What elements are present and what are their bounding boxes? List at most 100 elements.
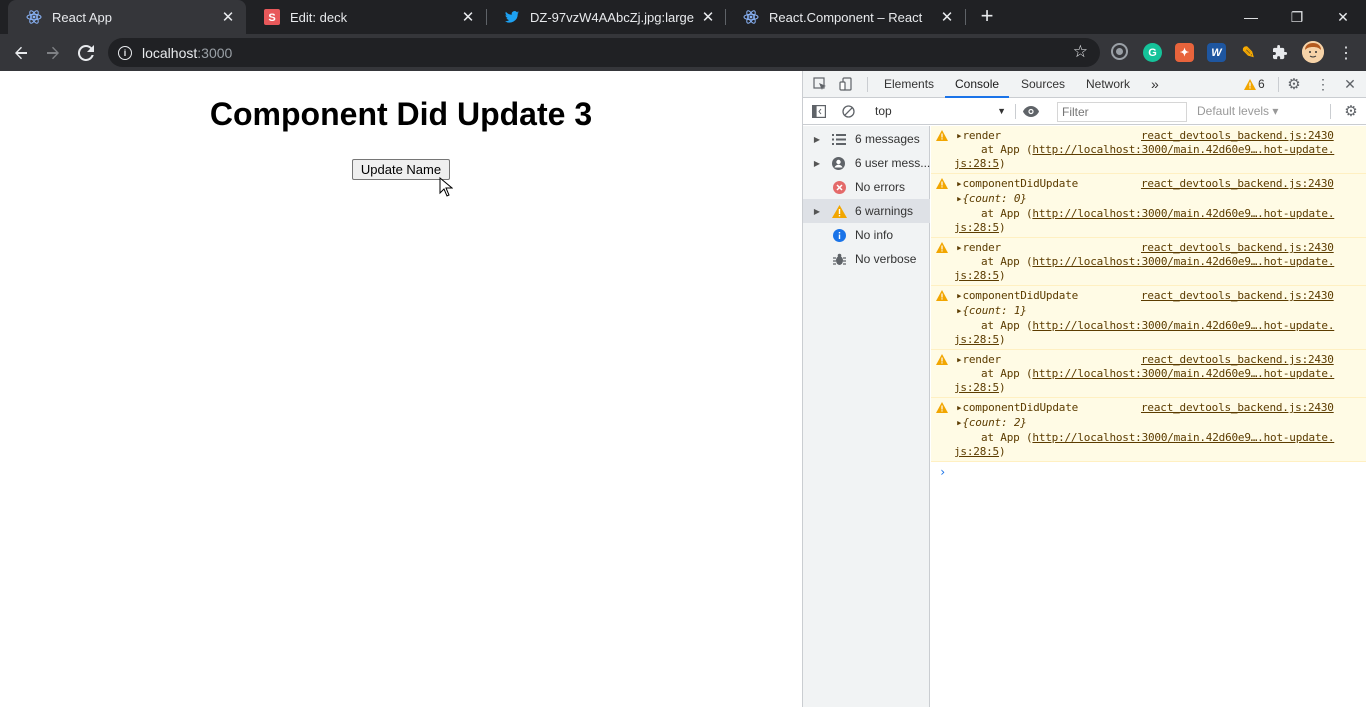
sidebar-item-errors[interactable]: No errors <box>803 175 930 199</box>
window-close-button[interactable]: ✕ <box>1320 0 1366 34</box>
tab-react-app[interactable]: React App ✕ <box>8 0 246 34</box>
source-link[interactable]: react_devtools_backend.js:2430 <box>1141 129 1334 142</box>
tab-twitter-image[interactable]: DZ-97vzW4AAbcZj.jpg:large (167 ✕ <box>486 0 726 34</box>
close-icon[interactable]: ✕ <box>937 7 957 27</box>
stack-line-tail: js:28:5) <box>954 269 1006 282</box>
back-button[interactable] <box>8 40 34 66</box>
tab-network[interactable]: Network <box>1086 71 1130 98</box>
mouse-cursor-icon <box>439 177 453 197</box>
sidebar-item-info[interactable]: No info <box>803 223 930 247</box>
tab-title: React.Component – React <box>769 9 923 25</box>
browser-menu-icon[interactable]: ⋮ <box>1333 40 1359 66</box>
filter-input[interactable] <box>1057 102 1187 122</box>
sidebar-toggle-icon[interactable] <box>811 103 827 119</box>
sidebar-item-verbose[interactable]: No verbose <box>803 247 930 271</box>
message-text[interactable]: ▸render <box>956 353 1001 366</box>
object-preview[interactable]: ▸{count: 0} <box>956 192 1027 205</box>
warning-icon <box>936 402 948 416</box>
source-link[interactable]: react_devtools_backend.js:2430 <box>1141 177 1334 190</box>
object-preview[interactable]: ▸{count: 2} <box>956 416 1027 429</box>
page-content: Component Did Update 3 Update Name <box>0 71 802 707</box>
avatar[interactable] <box>1302 41 1324 63</box>
tab-console[interactable]: Console <box>945 71 1010 98</box>
console-settings-icon[interactable]: ⚙ <box>1343 103 1359 120</box>
stack-url-link[interactable]: http://localhost:3000/main.42d60e9….hot-… <box>1032 143 1334 156</box>
stack-url-link[interactable]: js:28:5 <box>954 157 999 170</box>
source-link[interactable]: react_devtools_backend.js:2430 <box>1141 289 1334 302</box>
stack-url-link[interactable]: js:28:5 <box>954 269 999 282</box>
prompt-caret-icon: › <box>939 465 947 479</box>
stack-line: at App (http://localhost:3000/main.42d60… <box>981 207 1335 220</box>
message-text[interactable]: ▸componentDidUpdate <box>956 177 1078 190</box>
message-text[interactable]: ▸componentDidUpdate <box>956 401 1078 414</box>
address-bar[interactable]: i localhost:3000 ☆ <box>108 38 1100 67</box>
close-icon[interactable]: ✕ <box>698 7 718 27</box>
settings-gear-icon[interactable]: ⚙ <box>1286 76 1302 93</box>
forward-button[interactable] <box>40 40 66 66</box>
eye-icon[interactable] <box>1023 103 1039 119</box>
maximize-button[interactable]: ❐ <box>1274 0 1320 34</box>
stack-url-link[interactable]: js:28:5 <box>954 445 999 458</box>
warning-icon <box>936 178 948 192</box>
user-icon <box>831 155 847 171</box>
sidebar-item-messages[interactable]: ▶ 6 messages <box>803 127 930 151</box>
stack-line: at App (http://localhost:3000/main.42d60… <box>981 431 1335 444</box>
dropdown-arrow-icon: ▼ <box>997 106 1006 116</box>
devtools-close-icon[interactable]: ✕ <box>1342 76 1358 92</box>
minimize-button[interactable]: — <box>1228 0 1274 34</box>
warning-icon <box>936 290 948 304</box>
console-prompt-row[interactable]: › <box>931 462 1366 482</box>
stack-line: at App (http://localhost:3000/main.42d60… <box>981 367 1335 380</box>
message-text[interactable]: ▸componentDidUpdate <box>956 289 1078 302</box>
reload-button[interactable] <box>73 40 99 66</box>
device-toolbar-icon[interactable] <box>838 76 854 92</box>
warning-icon <box>936 130 948 144</box>
context-selector[interactable]: top ▼ <box>870 102 1006 121</box>
stack-url-link[interactable]: http://localhost:3000/main.42d60e9….hot-… <box>1032 367 1334 380</box>
stack-url-link[interactable]: js:28:5 <box>954 221 999 234</box>
source-link[interactable]: react_devtools_backend.js:2430 <box>1141 353 1334 366</box>
source-link[interactable]: react_devtools_backend.js:2430 <box>1141 401 1334 414</box>
sidebar-item-user-messages[interactable]: ▶ 6 user mess... <box>803 151 930 175</box>
tab-sources[interactable]: Sources <box>1021 71 1065 98</box>
sidebar-item-warnings[interactable]: ▶ 6 warnings <box>803 199 930 223</box>
clear-console-icon[interactable] <box>840 103 856 119</box>
message-text[interactable]: ▸render <box>956 129 1001 142</box>
tab-edit-deck[interactable]: S Edit: deck ✕ <box>246 0 486 34</box>
puzzle-icon[interactable] <box>1271 43 1290 62</box>
tab-title: Edit: deck <box>290 9 348 25</box>
stack-url-link[interactable]: http://localhost:3000/main.42d60e9….hot-… <box>1032 431 1334 444</box>
record-extension-icon[interactable] <box>1111 43 1128 60</box>
extension-icon[interactable]: ✦ <box>1175 43 1194 62</box>
devtools-menu-icon[interactable]: ⋮ <box>1315 76 1331 92</box>
stack-url-link[interactable]: js:28:5 <box>954 381 999 394</box>
update-name-button[interactable]: Update Name <box>352 159 450 180</box>
stack-url-link[interactable]: http://localhost:3000/main.42d60e9….hot-… <box>1032 207 1334 220</box>
expand-arrow-icon: ▶ <box>813 206 821 216</box>
message-text[interactable]: ▸render <box>956 241 1001 254</box>
close-icon[interactable]: ✕ <box>458 7 478 27</box>
tab-react-component[interactable]: React.Component – React ✕ <box>725 0 965 34</box>
stack-line-tail: js:28:5) <box>954 381 1006 394</box>
new-tab-button[interactable]: + <box>975 5 999 29</box>
stack-url-link[interactable]: http://localhost:3000/main.42d60e9….hot-… <box>1032 255 1334 268</box>
object-preview[interactable]: ▸{count: 1} <box>956 304 1027 317</box>
arrow-left-icon <box>15 46 27 60</box>
inspect-element-icon[interactable] <box>812 76 828 92</box>
log-levels-dropdown[interactable]: Default levels ▾ <box>1197 102 1278 121</box>
stack-url-link[interactable]: http://localhost:3000/main.42d60e9….hot-… <box>1032 319 1334 332</box>
grammarly-icon[interactable]: G <box>1143 43 1162 62</box>
wappalyzer-icon[interactable]: W <box>1207 43 1226 62</box>
source-link[interactable]: react_devtools_backend.js:2430 <box>1141 241 1334 254</box>
star-icon[interactable]: ☆ <box>1073 42 1088 62</box>
site-info-icon[interactable]: i <box>118 45 132 60</box>
more-tabs-icon[interactable]: » <box>1151 71 1159 98</box>
tab-title: DZ-97vzW4AAbcZj.jpg:large (167 <box>530 9 698 25</box>
warning-counter[interactable]: 6 <box>1244 71 1265 98</box>
tab-elements[interactable]: Elements <box>884 71 934 98</box>
pen-icon[interactable]: ✎ <box>1239 43 1258 62</box>
arrow-right-icon <box>47 46 59 60</box>
reload-icon <box>78 45 94 61</box>
stack-url-link[interactable]: js:28:5 <box>954 333 999 346</box>
close-icon[interactable]: ✕ <box>218 7 238 27</box>
